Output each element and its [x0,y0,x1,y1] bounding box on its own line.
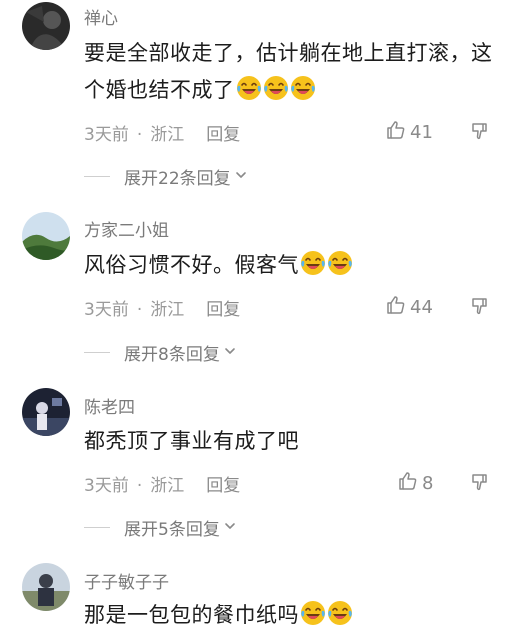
thumbs-up-icon [386,120,406,145]
laughing-crying-emoji-icon [263,75,289,101]
like-count: 44 [410,297,433,318]
thumbs-up-icon [398,471,418,496]
expand-replies-button[interactable]: 展开5条回复 [84,515,237,540]
avatar[interactable] [22,388,70,436]
expand-replies-button[interactable]: 展开22条回复 [84,164,248,189]
like-button[interactable]: 8 [398,471,433,496]
comment-text: 风俗习惯不好。假客气 [84,247,494,284]
laughing-crying-emoji-icon [327,600,353,626]
chevron-down-icon [231,167,248,187]
expand-replies-label: 展开5条回复 [124,520,220,540]
divider [84,352,110,353]
thumbs-down-icon[interactable] [470,472,490,492]
divider [84,176,110,177]
comment-meta: 3天前 · 浙江 回复 [84,471,240,496]
laughing-crying-emoji-icon [300,600,326,626]
expand-replies-button[interactable]: 展开8条回复 [84,340,237,365]
username[interactable]: 禅心 [84,4,118,29]
separator: · [136,125,143,145]
thumbs-up-icon [386,295,406,320]
comment-time: 3天前 [84,300,129,320]
laughing-crying-emoji-icon [236,75,262,101]
laughing-crying-emoji-icon [290,75,316,101]
comment-time: 3天前 [84,125,129,145]
chevron-down-icon [220,343,237,363]
comment-text: 要是全部收走了，估计躺在地上直打滚，这个婚也结不成了 [84,35,494,109]
like-button[interactable]: 41 [386,120,433,145]
username[interactable]: 方家二小姐 [84,216,169,241]
reply-button[interactable]: 回复 [206,125,240,145]
username[interactable]: 子子敏子子 [84,568,169,593]
comment-text-content: 那是一包包的餐巾纸吗 [84,603,299,627]
username[interactable]: 陈老四 [84,393,135,418]
comment-meta: 3天前 · 浙江 回复 [84,295,240,320]
avatar[interactable] [22,212,70,260]
reply-button[interactable]: 回复 [206,300,240,320]
thumbs-down-icon[interactable] [470,121,490,141]
comment-text: 那是一包包的餐巾纸吗 [84,597,494,634]
avatar[interactable] [22,2,70,50]
laughing-crying-emoji-icon [327,250,353,276]
comment-location: 浙江 [150,476,185,496]
laughing-crying-emoji-icon [300,250,326,276]
like-count: 41 [410,122,433,143]
comment-text-content: 都秃顶了事业有成了吧 [84,429,299,453]
like-button[interactable]: 44 [386,295,433,320]
comment-time: 3天前 [84,476,129,496]
divider [84,527,110,528]
comment-text-content: 风俗习惯不好。假客气 [84,253,299,277]
like-count: 8 [422,473,434,494]
thumbs-down-icon[interactable] [470,296,490,316]
comment-meta: 3天前 · 浙江 回复 [84,120,240,145]
reply-button[interactable]: 回复 [206,476,240,496]
expand-replies-label: 展开8条回复 [124,345,220,365]
comment-location: 浙江 [150,300,185,320]
separator: · [136,476,143,496]
comment-text: 都秃顶了事业有成了吧 [84,423,494,460]
comment-location: 浙江 [150,125,185,145]
chevron-down-icon [220,518,237,538]
avatar[interactable] [22,563,70,611]
separator: · [136,300,143,320]
expand-replies-label: 展开22条回复 [124,169,231,189]
